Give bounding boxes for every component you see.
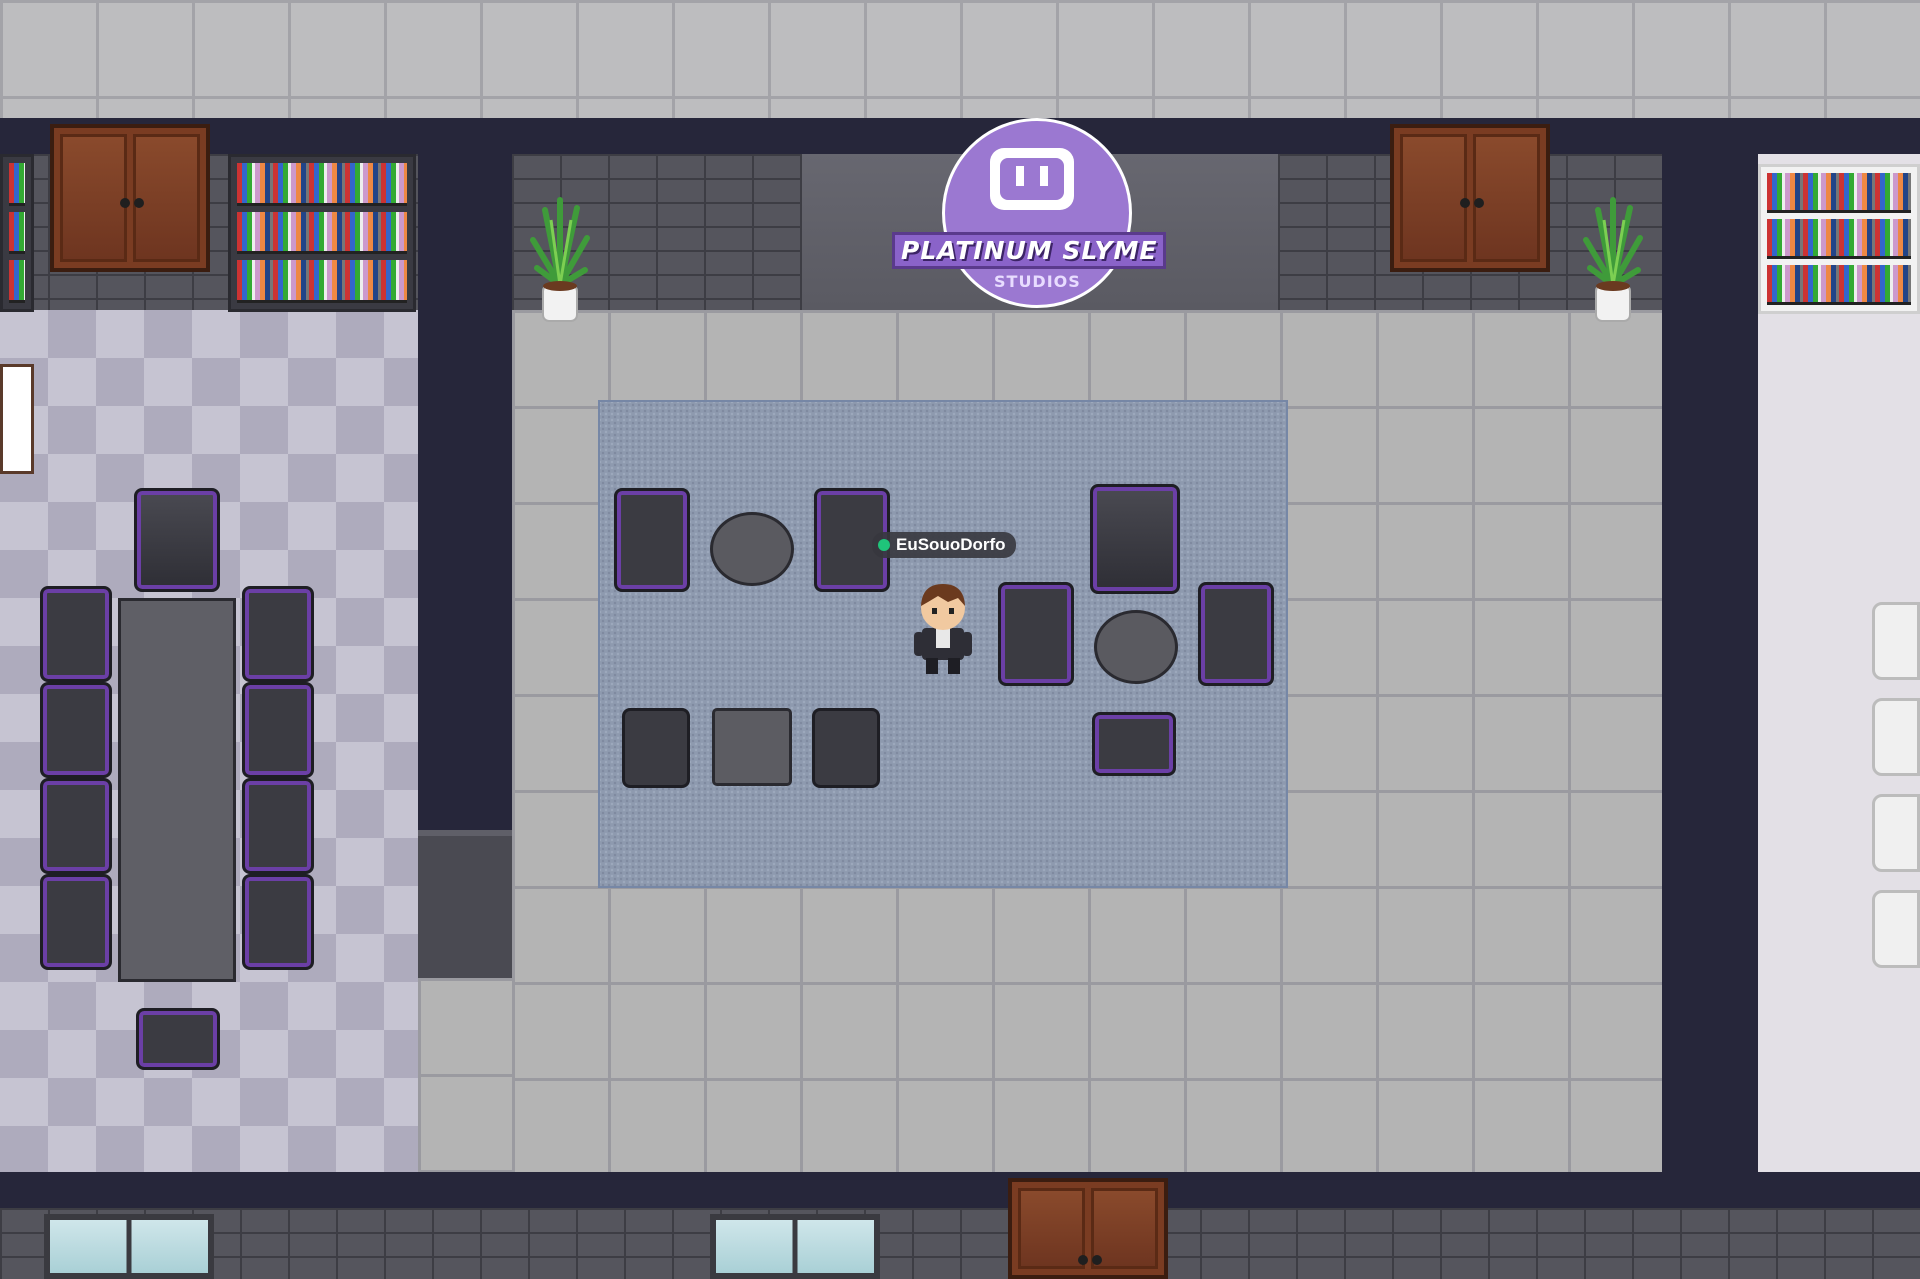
top-wall [0, 118, 1920, 154]
armchair[interactable] [614, 488, 690, 592]
bench[interactable] [1872, 794, 1920, 872]
slime-face-icon [990, 148, 1074, 210]
bookshelf [1758, 164, 1920, 314]
bench[interactable] [1872, 890, 1920, 968]
player-avatar[interactable] [908, 578, 978, 678]
chair[interactable] [40, 586, 112, 682]
armchair[interactable] [1090, 484, 1180, 594]
chair[interactable] [40, 682, 112, 778]
logo-title: PLATINUM SLYME [892, 232, 1167, 269]
chair[interactable] [136, 1008, 220, 1070]
player-name-tag: EuSouoDorfo [872, 532, 1016, 558]
bottom-door[interactable] [1008, 1178, 1168, 1279]
online-status-icon [878, 539, 890, 551]
chair[interactable] [242, 874, 314, 970]
divider-wall-base [418, 830, 512, 978]
bottom-wall [0, 1172, 1920, 1208]
bookshelf [228, 154, 416, 312]
armchair[interactable] [812, 708, 880, 788]
left-room-door[interactable] [50, 124, 210, 272]
bottom-wall-face [0, 1208, 1920, 1279]
bookshelf-partial [0, 154, 34, 312]
logo-subtitle: STUDIOS [994, 272, 1081, 291]
round-table[interactable] [1094, 610, 1178, 684]
armchair[interactable] [1092, 712, 1176, 776]
player-name: EuSouoDorfo [896, 535, 1006, 554]
chair[interactable] [40, 874, 112, 970]
round-table[interactable] [710, 512, 794, 586]
chair[interactable] [242, 586, 314, 682]
bench[interactable] [1872, 698, 1920, 776]
conference-table[interactable] [118, 598, 236, 982]
potted-plant [1583, 197, 1643, 322]
armchair[interactable] [998, 582, 1074, 686]
chair[interactable] [134, 488, 220, 592]
top-corridor-floor [0, 0, 1920, 118]
lounge-entry-floor [418, 978, 512, 1172]
chair[interactable] [242, 778, 314, 874]
potted-plant [530, 197, 590, 322]
armchair[interactable] [1198, 582, 1274, 686]
chair[interactable] [242, 682, 314, 778]
whiteboard[interactable] [0, 364, 34, 474]
square-table[interactable] [712, 708, 792, 786]
window [710, 1214, 880, 1279]
divider-wall [418, 154, 512, 830]
chair[interactable] [40, 778, 112, 874]
right-divider-wall [1662, 118, 1758, 1172]
window [44, 1214, 214, 1279]
bench[interactable] [1872, 602, 1920, 680]
lounge-door[interactable] [1390, 124, 1550, 272]
armchair[interactable] [622, 708, 690, 788]
